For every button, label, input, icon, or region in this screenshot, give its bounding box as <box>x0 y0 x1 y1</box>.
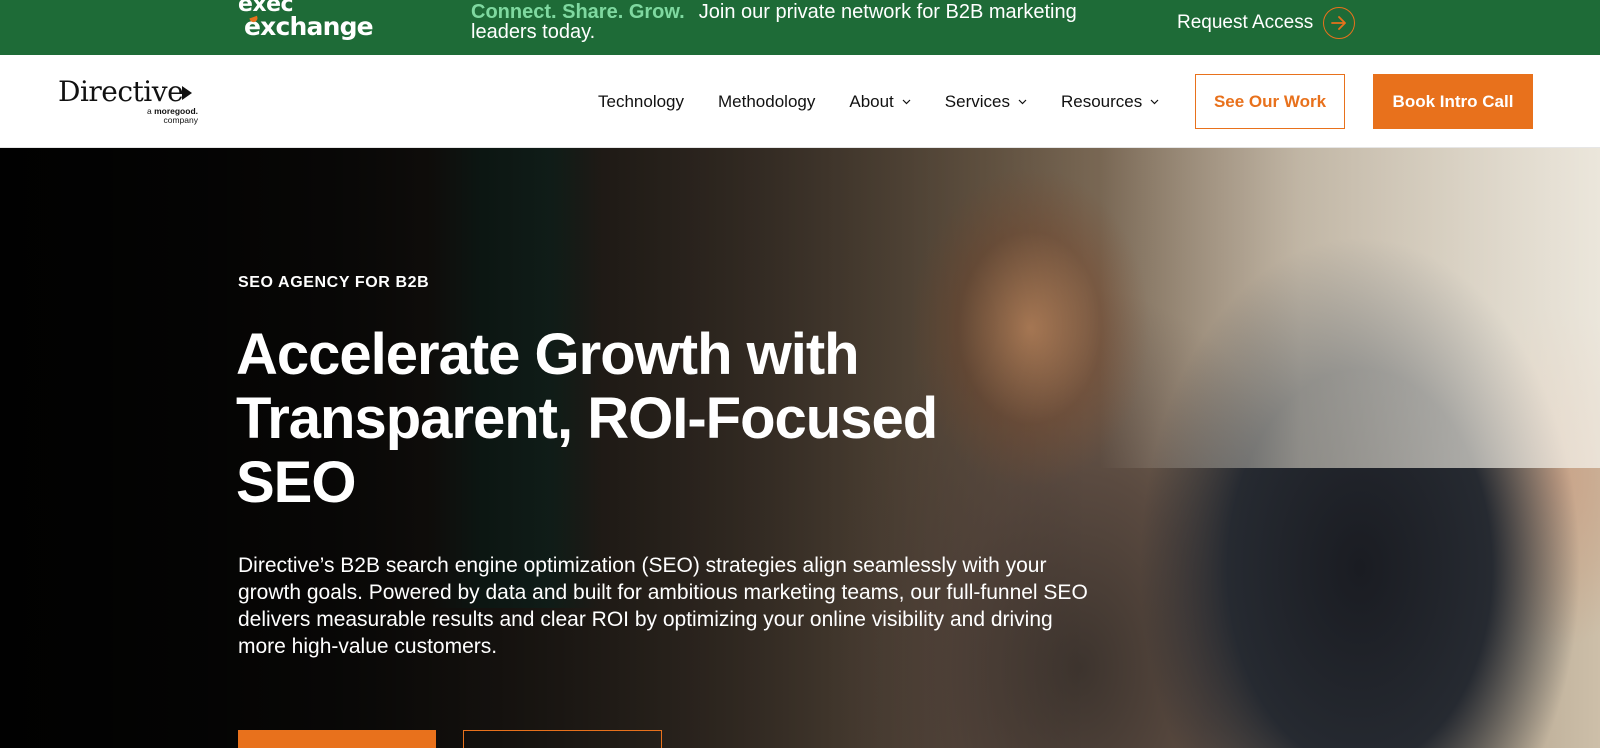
hero-section: SEO AGENCY FOR B2B Accelerate Growth wit… <box>0 148 1600 748</box>
nav-item-methodology[interactable]: Methodology <box>718 92 815 112</box>
hero-headline-bold: Accelerate Growth <box>236 322 733 387</box>
promo-banner: exec exchange Connect. Share. Grow. Join … <box>0 0 1600 55</box>
request-access-link[interactable]: Request Access <box>1177 7 1356 39</box>
chevron-down-icon <box>1018 99 1027 104</box>
promo-tagline: Connect. Share. Grow. Join our private ne… <box>471 2 1131 42</box>
nav-item-label: Services <box>944 91 1010 111</box>
nav-item-label: Methodology <box>718 91 816 111</box>
book-intro-call-button[interactable]: Book Intro Call <box>1373 74 1533 129</box>
hero-primary-button[interactable] <box>238 730 436 748</box>
request-access-label: Request Access <box>1177 12 1314 33</box>
brand-subline: a moregood. company <box>128 107 198 125</box>
exec-exchange-logo[interactable]: exec exchange <box>238 0 378 46</box>
brand-wordmark: Directive <box>58 75 184 108</box>
nav-item-resources[interactable]: Resources <box>1061 92 1159 112</box>
nav-item-label: Technology <box>598 91 685 111</box>
brand-triangle-mark <box>182 86 192 100</box>
hero-headline: Accelerate Growth with Transparent, ROI-… <box>236 323 956 515</box>
main-nav: Directive a moregood. company Technology… <box>0 55 1600 148</box>
nav-item-about[interactable]: About <box>849 91 911 112</box>
brand-sub-prefix: a <box>146 106 152 116</box>
nav-item-label: Resources <box>1060 91 1143 111</box>
chevron-down-icon <box>902 99 911 104</box>
brand-sub-suffix: company <box>163 115 199 125</box>
nav-item-technology[interactable]: Technology <box>598 92 684 112</box>
nav-links: Technology Methodology About Services Re… <box>598 55 1159 148</box>
see-our-work-button[interactable]: See Our Work <box>1195 74 1345 129</box>
logo-line-exchange: exchange <box>244 12 374 41</box>
promo-tagline-accent: Connect. Share. Grow. <box>471 1 685 23</box>
chevron-down-icon <box>1150 99 1159 104</box>
arrow-right-circle-icon <box>1323 7 1356 39</box>
nav-item-services[interactable]: Services <box>945 92 1027 112</box>
hero-description: Directive’s B2B search engine optimizati… <box>238 554 1088 658</box>
nav-item-label: About <box>849 91 894 111</box>
hero-eyebrow: SEO AGENCY FOR B2B <box>238 274 430 291</box>
hero-secondary-button[interactable] <box>463 730 662 748</box>
directive-logo[interactable]: Directive a moregood. company <box>58 77 198 127</box>
